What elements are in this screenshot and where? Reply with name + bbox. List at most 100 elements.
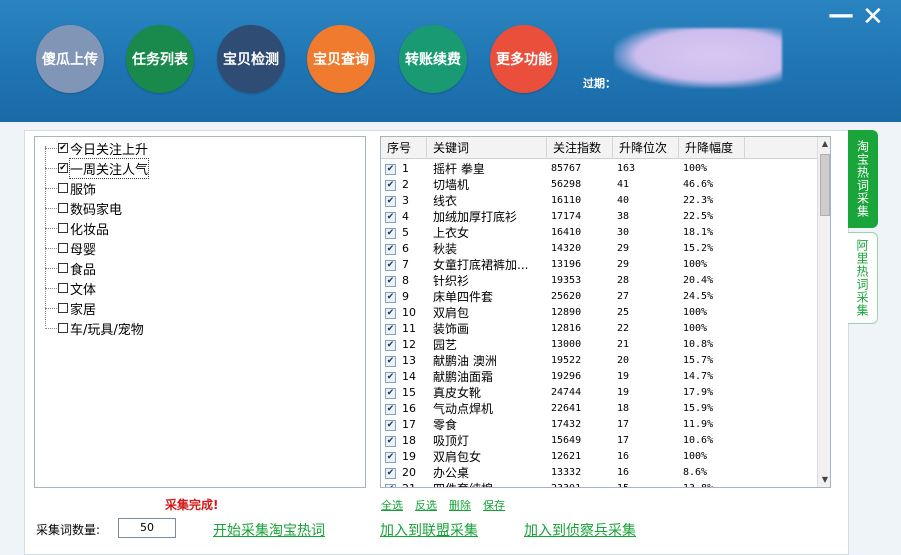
task-list-button[interactable]: 任务列表 bbox=[126, 25, 194, 93]
row-checkbox[interactable]: ✔ bbox=[385, 243, 396, 255]
table-row[interactable]: ✔ 20 办公桌 13332 16 8.6% bbox=[381, 465, 817, 481]
tree-item[interactable]: ✔ 一周关注人气 bbox=[45, 157, 150, 179]
minimize-icon[interactable]: — bbox=[828, 2, 854, 28]
table-row[interactable]: ✔ 9 床单四件套 25620 27 24.5% bbox=[381, 289, 817, 305]
row-checkbox[interactable]: ✔ bbox=[385, 387, 396, 399]
table-row[interactable]: ✔ 18 吸顶灯 15649 17 10.6% bbox=[381, 433, 817, 449]
tree-item[interactable]: 家居 bbox=[45, 299, 96, 318]
invert-selection-link[interactable]: 反选 bbox=[415, 497, 437, 513]
row-checkbox[interactable]: ✔ bbox=[385, 483, 396, 487]
tree-item[interactable]: 文体 bbox=[45, 279, 96, 298]
table-row[interactable]: ✔ 17 零食 17432 17 11.9% bbox=[381, 417, 817, 433]
header-rank[interactable]: 升降位次 bbox=[613, 137, 679, 159]
fool-upload-button[interactable]: 傻瓜上传 bbox=[36, 25, 104, 93]
tree-checkbox[interactable] bbox=[58, 303, 68, 313]
row-checkbox[interactable]: ✔ bbox=[385, 195, 396, 207]
row-checkbox[interactable]: ✔ bbox=[385, 467, 396, 479]
tab-ali-hotwords[interactable]: 阿里热词采集 bbox=[848, 232, 878, 324]
scroll-up-icon[interactable]: ▲ bbox=[818, 137, 830, 151]
select-all-link[interactable]: 全选 bbox=[381, 497, 403, 513]
row-no: 20 bbox=[402, 466, 416, 479]
scroll-thumb[interactable] bbox=[820, 154, 830, 216]
row-rank: 28 bbox=[617, 275, 630, 286]
header-change[interactable]: 升降幅度 bbox=[679, 137, 745, 159]
table-row[interactable]: ✔ 12 园艺 13000 21 10.8% bbox=[381, 337, 817, 353]
item-check-button[interactable]: 宝贝检测 bbox=[217, 25, 285, 93]
table-row[interactable]: ✔ 3 线衣 16110 40 22.3% bbox=[381, 193, 817, 209]
row-checkbox[interactable]: ✔ bbox=[385, 179, 396, 191]
transfer-renew-button[interactable]: 转账续费 bbox=[399, 25, 467, 93]
tree-checkbox[interactable]: ✔ bbox=[58, 143, 68, 153]
table-row[interactable]: ✔ 10 双肩包 12890 25 100% bbox=[381, 305, 817, 321]
scroll-down-icon[interactable]: ▼ bbox=[818, 473, 830, 487]
row-change: 15.7% bbox=[683, 355, 714, 366]
delete-link[interactable]: 删除 bbox=[449, 497, 471, 513]
row-change: 15.9% bbox=[683, 403, 714, 414]
row-checkbox[interactable]: ✔ bbox=[385, 211, 396, 223]
table-row[interactable]: ✔ 15 真皮女靴 24744 19 17.9% bbox=[381, 385, 817, 401]
row-checkbox[interactable]: ✔ bbox=[385, 403, 396, 415]
tree-item[interactable]: 服饰 bbox=[45, 179, 96, 198]
table-row[interactable]: ✔ 8 针织衫 19353 28 20.4% bbox=[381, 273, 817, 289]
table-row[interactable]: ✔ 2 切墙机 56298 41 46.6% bbox=[381, 177, 817, 193]
tree-checkbox[interactable] bbox=[58, 263, 68, 273]
row-checkbox[interactable]: ✔ bbox=[385, 227, 396, 239]
row-change: 100% bbox=[683, 259, 708, 270]
row-keyword: 气动点焊机 bbox=[433, 402, 494, 416]
table-row[interactable]: ✔ 14 献鹏油面霜 19296 19 14.7% bbox=[381, 369, 817, 385]
table-header: 序号 关键词 关注指数 升降位次 升降幅度 bbox=[381, 137, 817, 159]
more-features-button[interactable]: 更多功能 bbox=[490, 25, 558, 93]
row-rank: 40 bbox=[617, 195, 630, 206]
tree-checkbox[interactable] bbox=[58, 323, 68, 333]
row-checkbox[interactable]: ✔ bbox=[385, 291, 396, 303]
add-alliance-link[interactable]: 加入到联盟采集 bbox=[380, 520, 478, 540]
table-row[interactable]: ✔ 1 摇杆 拳皇 85767 163 100% bbox=[381, 161, 817, 177]
start-collect-link[interactable]: 开始采集淘宝热词 bbox=[213, 520, 325, 540]
tree-checkbox[interactable] bbox=[58, 283, 68, 293]
table-scrollbar[interactable]: ▲ ▼ bbox=[817, 137, 830, 487]
table-row[interactable]: ✔ 13 献鹏油 澳洲 19522 20 15.7% bbox=[381, 353, 817, 369]
save-link[interactable]: 保存 bbox=[483, 497, 505, 513]
header-keyword[interactable]: 关键词 bbox=[427, 137, 547, 159]
row-checkbox[interactable]: ✔ bbox=[385, 339, 396, 351]
tree-checkbox[interactable] bbox=[58, 203, 68, 213]
table-row[interactable]: ✔ 19 双肩包女 12621 16 100% bbox=[381, 449, 817, 465]
tab-taobao-hotwords[interactable]: 淘宝热词采集 bbox=[848, 130, 878, 228]
table-row[interactable]: ✔ 6 秋装 14320 29 15.2% bbox=[381, 241, 817, 257]
add-scout-link[interactable]: 加入到侦察兵采集 bbox=[524, 520, 636, 540]
row-checkbox[interactable]: ✔ bbox=[385, 163, 396, 175]
tree-checkbox[interactable] bbox=[58, 243, 68, 253]
row-checkbox[interactable]: ✔ bbox=[385, 451, 396, 463]
row-checkbox[interactable]: ✔ bbox=[385, 275, 396, 287]
tree-item-label: 化妆品 bbox=[70, 222, 110, 238]
tree-checkbox[interactable]: ✔ bbox=[58, 163, 68, 173]
row-checkbox[interactable]: ✔ bbox=[385, 323, 396, 335]
tree-item[interactable]: 数码家电 bbox=[45, 199, 122, 218]
table-row[interactable]: ✔ 7 女童打底裙裤加... 13196 29 100% bbox=[381, 257, 817, 273]
tree-item[interactable]: 母婴 bbox=[45, 239, 96, 258]
row-checkbox[interactable]: ✔ bbox=[385, 355, 396, 367]
table-row[interactable]: ✔ 16 气动点焊机 22641 18 15.9% bbox=[381, 401, 817, 417]
item-query-button[interactable]: 宝贝查询 bbox=[307, 25, 375, 93]
count-input[interactable]: 50 bbox=[118, 518, 176, 538]
row-checkbox[interactable]: ✔ bbox=[385, 419, 396, 431]
tree-item[interactable]: 化妆品 bbox=[45, 219, 110, 238]
table-row[interactable]: ✔ 21 四件套纯棉 23301 15 13.8% bbox=[381, 481, 817, 487]
tree-checkbox[interactable] bbox=[58, 183, 68, 193]
table-row[interactable]: ✔ 11 装饰画 12816 22 100% bbox=[381, 321, 817, 337]
header-no[interactable]: 序号 bbox=[381, 137, 427, 159]
row-no-cell: ✔ 5 bbox=[385, 225, 429, 241]
tree-item[interactable]: 食品 bbox=[45, 259, 96, 278]
tree-item[interactable]: ✔ 今日关注上升 bbox=[45, 139, 148, 158]
table-row[interactable]: ✔ 5 上衣女 16410 30 18.1% bbox=[381, 225, 817, 241]
row-checkbox[interactable]: ✔ bbox=[385, 435, 396, 447]
header-index[interactable]: 关注指数 bbox=[547, 137, 613, 159]
row-rank: 27 bbox=[617, 291, 630, 302]
tree-item[interactable]: 车/玩具/宠物 bbox=[45, 319, 144, 338]
row-checkbox[interactable]: ✔ bbox=[385, 307, 396, 319]
table-row[interactable]: ✔ 4 加绒加厚打底衫 17174 38 22.5% bbox=[381, 209, 817, 225]
row-checkbox[interactable]: ✔ bbox=[385, 259, 396, 271]
tree-checkbox[interactable] bbox=[58, 223, 68, 233]
close-icon[interactable]: ✕ bbox=[862, 4, 884, 30]
row-checkbox[interactable]: ✔ bbox=[385, 371, 396, 383]
